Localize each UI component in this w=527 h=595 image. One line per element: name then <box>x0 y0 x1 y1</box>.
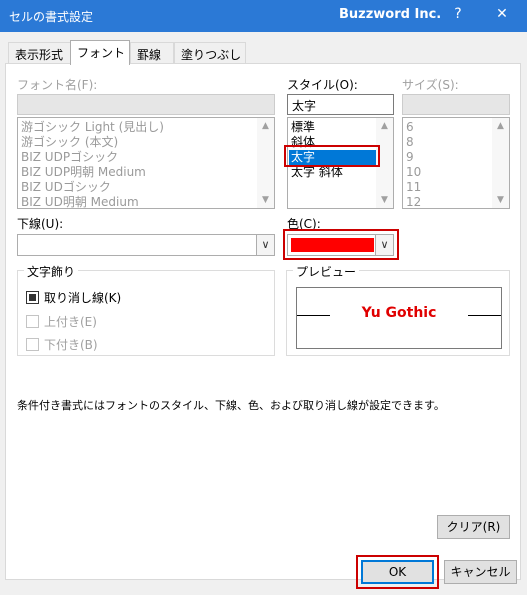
checkbox-icon[interactable] <box>26 315 39 328</box>
font-name-list[interactable]: 游ゴシック Light (見出し) 游ゴシック (本文) BIZ UDPゴシック… <box>17 117 275 209</box>
underline-select[interactable]: ∨ <box>17 234 275 256</box>
list-item[interactable]: BIZ UDゴシック <box>21 180 111 195</box>
scroll-up-icon[interactable]: ▲ <box>257 118 274 134</box>
strikethrough-checkbox[interactable]: 取り消し線(K) <box>26 289 121 305</box>
list-item[interactable]: 11 <box>406 180 421 195</box>
chevron-down-icon[interactable]: ∨ <box>256 235 274 255</box>
ok-button[interactable]: OK <box>361 560 434 584</box>
preview-box: Yu Gothic <box>296 287 502 349</box>
list-item[interactable]: 標準 <box>291 120 315 135</box>
help-button[interactable]: ? <box>447 6 469 26</box>
format-cells-dialog: 表示形式 フォント 罫線 塗りつぶし フォント名(F): 游ゴシック Light… <box>0 32 527 595</box>
tab-font[interactable]: フォント <box>70 40 130 65</box>
brand-label: Buzzword Inc. <box>339 7 442 22</box>
tab-fill[interactable]: 塗りつぶし <box>174 42 246 64</box>
list-item-selected[interactable]: 太字 <box>289 150 376 165</box>
checkbox-icon[interactable] <box>26 338 39 351</box>
checkbox-checked-icon[interactable] <box>26 291 39 304</box>
list-item[interactable]: 6 <box>406 120 414 135</box>
font-name-label: フォント名(F): <box>17 78 98 92</box>
preview-title: プレビュー <box>293 263 360 280</box>
style-input[interactable]: 太字 <box>287 94 394 115</box>
scroll-down-icon[interactable]: ▼ <box>492 192 509 208</box>
color-select[interactable]: ∨ <box>287 234 394 256</box>
list-item[interactable]: 斜体 <box>291 135 315 150</box>
underline-label: 下線(U): <box>17 217 64 231</box>
list-item[interactable]: 10 <box>406 165 421 180</box>
size-input[interactable] <box>402 94 510 115</box>
tab-number-format[interactable]: 表示形式 <box>8 42 71 64</box>
size-list[interactable]: 6 8 9 10 11 12 ▲ ▼ <box>402 117 510 209</box>
tab-border[interactable]: 罫線 <box>130 42 174 64</box>
list-item[interactable]: 太字 斜体 <box>291 165 343 180</box>
list-item[interactable]: BIZ UD明朝 Medium <box>21 195 139 208</box>
clear-button[interactable]: クリア(R) <box>437 515 510 539</box>
style-list[interactable]: 標準 斜体 太字 太字 斜体 ▲ ▼ <box>287 117 394 209</box>
preview-group: プレビュー Yu Gothic <box>286 263 510 356</box>
cancel-button[interactable]: キャンセル <box>444 560 517 584</box>
title-bar: セルの書式設定 Buzzword Inc. ? ✕ <box>0 0 527 32</box>
list-item[interactable]: 9 <box>406 150 414 165</box>
strikethrough-label: 取り消し線(K) <box>44 291 122 305</box>
size-label: サイズ(S): <box>402 78 459 92</box>
preview-sample-text: Yu Gothic <box>361 305 437 321</box>
list-item[interactable]: 8 <box>406 135 414 150</box>
style-label: スタイル(O): <box>287 78 358 92</box>
subscript-checkbox[interactable]: 下付き(B) <box>26 336 98 352</box>
subscript-label: 下付き(B) <box>44 338 98 352</box>
close-button[interactable]: ✕ <box>490 6 514 26</box>
preview-baseline-right <box>468 315 501 316</box>
scroll-up-icon[interactable]: ▲ <box>376 118 393 134</box>
color-label: 色(C): <box>287 217 321 231</box>
scroll-down-icon[interactable]: ▼ <box>376 192 393 208</box>
list-item[interactable]: 12 <box>406 195 421 208</box>
effects-group: 文字飾り 取り消し線(K) 上付き(E) 下付き(B) <box>17 263 275 356</box>
list-item[interactable]: BIZ UDPゴシック <box>21 150 118 165</box>
font-name-input[interactable] <box>17 94 275 115</box>
list-item[interactable]: 游ゴシック (本文) <box>21 135 118 150</box>
font-list-scrollbar[interactable]: ▲ ▼ <box>257 118 274 208</box>
superscript-checkbox[interactable]: 上付き(E) <box>26 313 97 329</box>
list-item[interactable]: BIZ UDP明朝 Medium <box>21 165 146 180</box>
chevron-down-icon[interactable]: ∨ <box>375 235 393 255</box>
info-note: 条件付き書式にはフォントのスタイル、下線、色、および取り消し線が設定できます。 <box>17 399 445 412</box>
style-list-scrollbar[interactable]: ▲ ▼ <box>376 118 393 208</box>
scroll-up-icon[interactable]: ▲ <box>492 118 509 134</box>
list-item[interactable]: 游ゴシック Light (見出し) <box>21 120 164 135</box>
scroll-down-icon[interactable]: ▼ <box>257 192 274 208</box>
window-title: セルの書式設定 <box>9 10 94 24</box>
size-list-scrollbar[interactable]: ▲ ▼ <box>492 118 509 208</box>
superscript-label: 上付き(E) <box>44 315 97 329</box>
effects-title: 文字飾り <box>24 263 79 280</box>
color-swatch <box>291 238 374 252</box>
